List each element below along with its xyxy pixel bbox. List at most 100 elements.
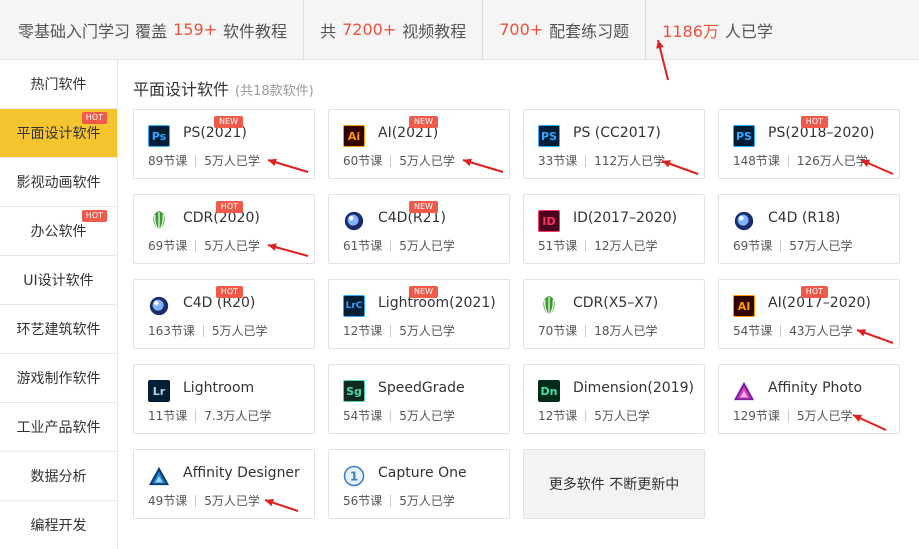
course-meta: 49节课 5万人已学 xyxy=(148,492,260,509)
sidebar-item[interactable]: 游戏制作软件 xyxy=(0,354,117,403)
stat-value: 7200+ xyxy=(342,20,397,39)
lesson-count: 60节课 xyxy=(343,154,383,168)
course-card[interactable]: Lr Lightroom 11节课 7.3万人已学 xyxy=(133,364,315,434)
divider xyxy=(787,154,789,167)
sidebar-item[interactable]: 影视动画软件 xyxy=(0,158,117,207)
lesson-count: 148节课 xyxy=(733,154,780,168)
sidebar-item[interactable]: 平面设计软件 HOT xyxy=(0,109,117,158)
divider xyxy=(787,409,789,422)
course-card[interactable]: CDR(X5–X7) 70节课 18万人已学 xyxy=(523,279,705,349)
sidebar-item-label: 办公软件 xyxy=(30,224,87,240)
course-card[interactable]: AI AI(2017–2020) 54节课 43万人已学 HOT xyxy=(718,279,900,349)
hot-badge: HOT xyxy=(81,112,107,124)
divider xyxy=(585,324,587,337)
sidebar-item-label: 游戏制作软件 xyxy=(16,371,101,387)
sidebar-item-label: 热门软件 xyxy=(30,77,87,93)
hot-badge: HOT xyxy=(800,286,828,298)
learner-count: 5万人已学 xyxy=(399,239,455,253)
more-software-card[interactable]: 更多软件 不断更新中 xyxy=(523,449,705,519)
lesson-count: 69节课 xyxy=(148,239,188,253)
course-meta: 69节课 57万人已学 xyxy=(733,237,853,254)
lesson-count: 12节课 xyxy=(538,409,578,423)
lesson-count: 51节课 xyxy=(538,239,578,253)
divider xyxy=(195,239,197,252)
lesson-count: 56节课 xyxy=(343,494,383,508)
course-card[interactable]: Dn Dimension(2019) 12节课 5万人已学 xyxy=(523,364,705,434)
lesson-count: 12节课 xyxy=(343,324,383,338)
lrc-icon: LrC xyxy=(343,295,365,317)
course-card[interactable]: PS PS (CC2017) 33节课 112万人已学 xyxy=(523,109,705,179)
sidebar-item[interactable]: 数据分析 xyxy=(0,452,117,501)
stat-exercise-count: 700+ 配套练习题 xyxy=(483,0,647,60)
cdr-icon xyxy=(148,210,170,232)
stat-label: 软件教程 xyxy=(223,21,288,41)
new-badge: NEW xyxy=(409,201,438,213)
sidebar-item[interactable]: 办公软件 HOT xyxy=(0,207,117,256)
course-card[interactable]: LrC Lightroom(2021) 12节课 5万人已学 NEW xyxy=(328,279,510,349)
divider xyxy=(390,154,392,167)
course-name: Affinity Photo xyxy=(768,380,863,396)
stat-label: 人已学 xyxy=(724,21,773,41)
learner-count: 5万人已学 xyxy=(399,324,455,338)
course-meta: 54节课 43万人已学 xyxy=(733,322,853,339)
divider xyxy=(390,239,392,252)
course-meta: 12节课 5万人已学 xyxy=(538,407,650,424)
c4d-icon xyxy=(733,210,755,232)
course-card[interactable]: CDR(2020) 69节课 5万人已学 HOT xyxy=(133,194,315,264)
course-card[interactable]: Affinity Photo 129节课 5万人已学 xyxy=(718,364,900,434)
hot-badge: HOT xyxy=(800,116,828,128)
lesson-count: 89节课 xyxy=(148,154,188,168)
sidebar-item-label: 编程开发 xyxy=(30,518,87,534)
learner-count: 5万人已学 xyxy=(399,154,455,168)
ai-icon: Ai xyxy=(343,125,365,147)
course-card[interactable]: C4D (R18) 69节课 57万人已学 xyxy=(718,194,900,264)
course-card[interactable]: 1 Capture One 56节课 5万人已学 xyxy=(328,449,510,519)
course-card[interactable]: Ai AI(2021) 60节课 5万人已学 NEW xyxy=(328,109,510,179)
divider xyxy=(585,239,587,252)
course-card[interactable]: PS PS(2018–2020) 148节课 126万人已学 HOT xyxy=(718,109,900,179)
stat-value: 1186万 xyxy=(662,21,719,41)
divider xyxy=(202,324,204,337)
sidebar-item-label: 影视动画软件 xyxy=(16,175,101,191)
lesson-count: 129节课 xyxy=(733,409,780,423)
lesson-count: 163节课 xyxy=(148,324,195,338)
course-meta: 33节课 112万人已学 xyxy=(538,152,665,169)
learner-count: 112万人已学 xyxy=(594,154,666,168)
affinity-photo-icon xyxy=(733,380,755,402)
stat-label: 共 xyxy=(320,21,337,41)
learner-count: 43万人已学 xyxy=(789,324,853,338)
sidebar-item-label: 工业产品软件 xyxy=(16,420,101,436)
course-meta: 70节课 18万人已学 xyxy=(538,322,658,339)
sidebar-item[interactable]: 工业产品软件 xyxy=(0,403,117,452)
course-card[interactable]: C4D (R20) 163节课 5万人已学 HOT xyxy=(133,279,315,349)
course-card[interactable]: C4D(R21) 61节课 5万人已学 NEW xyxy=(328,194,510,264)
sidebar-item[interactable]: UI设计软件 xyxy=(0,256,117,305)
new-badge: NEW xyxy=(214,116,243,128)
course-card[interactable]: Affinity Designer 49节课 5万人已学 xyxy=(133,449,315,519)
learner-count: 5万人已学 xyxy=(204,239,260,253)
stats-bar: 零基础入门学习 覆盖 159+ 软件教程 共 7200+ 视频教程 700+ 配… xyxy=(0,0,919,60)
course-meta: 12节课 5万人已学 xyxy=(343,322,455,339)
sg-icon: Sg xyxy=(343,380,365,402)
course-card[interactable]: Sg SpeedGrade 54节课 5万人已学 xyxy=(328,364,510,434)
sidebar-item[interactable]: 热门软件 xyxy=(0,60,117,109)
sidebar-item[interactable]: 环艺建筑软件 xyxy=(0,305,117,354)
course-card[interactable]: Ps PS(2021) 89节课 5万人已学 NEW xyxy=(133,109,315,179)
learner-count: 5万人已学 xyxy=(594,409,650,423)
sidebar-item-label: 平面设计软件 xyxy=(16,126,101,142)
stat-value: 700+ xyxy=(499,20,544,39)
lesson-count: 69节课 xyxy=(733,239,773,253)
capture-one-icon: 1 xyxy=(343,465,365,487)
course-name: Affinity Designer xyxy=(183,465,300,481)
lesson-count: 70节课 xyxy=(538,324,578,338)
lr-icon: Lr xyxy=(148,380,170,402)
section-title: 平面设计软件 (共18款软件) xyxy=(133,76,314,100)
stat-label: 视频教程 xyxy=(402,21,467,41)
sidebar-item[interactable]: 编程开发 xyxy=(0,501,117,549)
divider xyxy=(195,494,197,507)
course-meta: 89节课 5万人已学 xyxy=(148,152,260,169)
stat-label: 配套练习题 xyxy=(549,21,630,41)
lesson-count: 11节课 xyxy=(148,409,188,423)
divider xyxy=(780,324,782,337)
course-card[interactable]: ID ID(2017–2020) 51节课 12万人已学 xyxy=(523,194,705,264)
